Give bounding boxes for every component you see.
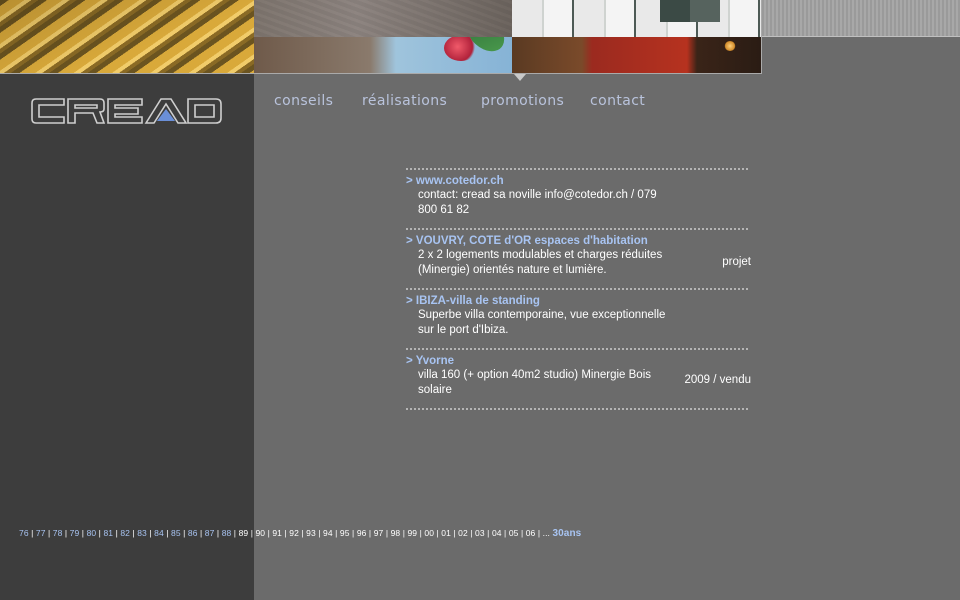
year-link-95: 95 [339, 528, 350, 538]
nav-conseils[interactable]: conseils [274, 93, 333, 109]
photo-pool-flowers [254, 37, 512, 73]
year-link-02: 02 [458, 528, 468, 538]
year-separator: | [214, 528, 222, 538]
photo-white-facade [512, 0, 761, 37]
year-separator: | [467, 528, 476, 538]
year-link-81[interactable]: 81 [103, 528, 113, 538]
year-link-93: 93 [306, 528, 316, 538]
promotion-status: 2009 / vendu [684, 374, 751, 386]
year-link-00: 00 [424, 528, 435, 538]
year-separator: | [231, 528, 239, 538]
year-separator: | [45, 528, 53, 538]
cread-logo [31, 98, 222, 124]
nav-realisations[interactable]: réalisations [362, 93, 447, 109]
year-separator: | [180, 528, 188, 538]
year-link-99: 99 [407, 528, 418, 538]
year-link-79[interactable]: 79 [70, 528, 80, 538]
list-item: > VOUVRY, COTE d'OR espaces d'habitation… [406, 230, 751, 288]
year-separator: | [349, 528, 357, 538]
year-link-88[interactable]: 88 [222, 528, 232, 538]
year-link-82[interactable]: 82 [120, 528, 130, 538]
year-link-97: 97 [373, 528, 384, 538]
year-link-83[interactable]: 83 [137, 528, 147, 538]
year-separator: | [484, 528, 492, 538]
year-link-80[interactable]: 80 [87, 528, 97, 538]
year-link-78[interactable]: 78 [53, 528, 63, 538]
promotion-description: contact: cread sa noville info@cotedor.c… [418, 189, 657, 216]
promotion-description: villa 160 (+ option 40m2 studio) Minergi… [418, 369, 651, 396]
photo-interior-red [512, 37, 761, 73]
year-separator: | [383, 528, 391, 538]
year-separator: | [28, 528, 36, 538]
year-separator: | [197, 528, 205, 538]
year-link-01: 01 [441, 528, 451, 538]
header-photo-collage [0, 0, 762, 74]
header-grey-strip [762, 0, 960, 37]
promotion-status: projet [722, 256, 751, 268]
list-item: > www.cotedor.ch contact: cread sa novil… [406, 170, 748, 228]
year-separator: | [501, 528, 509, 538]
year-link-76[interactable]: 76 [19, 528, 29, 538]
year-separator: | [332, 528, 340, 538]
year-link-91: 91 [272, 528, 283, 538]
nav-contact[interactable]: contact [590, 93, 645, 109]
year-separator: | [79, 528, 87, 538]
year-link-04: 04 [491, 528, 502, 538]
year-separator: | [535, 528, 543, 538]
year-link-90: 90 [255, 528, 266, 538]
year-timeline: 76 | 77 | 78 | 79 | 80 | 81 | 82 | 83 | … [19, 528, 581, 539]
year-link-85[interactable]: 85 [171, 528, 181, 538]
promotions-list: > www.cotedor.ch contact: cread sa novil… [406, 168, 751, 410]
year-link-77[interactable]: 77 [36, 528, 46, 538]
promotion-title-link[interactable]: > VOUVRY, COTE d'OR espaces d'habitation [406, 234, 748, 248]
year-link-84[interactable]: 84 [154, 528, 164, 538]
left-column [0, 74, 254, 600]
year-link-06: 06 [525, 528, 536, 538]
photo-terrace [254, 0, 512, 37]
promotion-title-link[interactable]: > IBIZA-villa de standing [406, 294, 748, 308]
year-link-03: 03 [475, 528, 485, 538]
year-separator: | [518, 528, 526, 538]
year-separator: | [315, 528, 324, 538]
year-link-86[interactable]: 86 [188, 528, 198, 538]
anniversary-link[interactable]: 30ans [552, 528, 581, 539]
year-separator: | [366, 528, 374, 538]
year-link-92: 92 [289, 528, 299, 538]
year-separator: | [163, 528, 172, 538]
active-nav-indicator-icon [514, 74, 526, 81]
year-ellipsis: ... [542, 528, 553, 538]
list-item: > IBIZA-villa de standing Superbe villa … [406, 290, 748, 348]
year-link-87[interactable]: 87 [205, 528, 215, 538]
divider [406, 408, 748, 410]
year-link-98: 98 [390, 528, 401, 538]
nav-promotions[interactable]: promotions [481, 93, 564, 109]
list-item: > Yvorne villa 160 (+ option 40m2 studio… [406, 350, 751, 408]
year-separator: | [62, 528, 70, 538]
year-link-94: 94 [323, 528, 333, 538]
year-link-89: 89 [238, 528, 249, 538]
promotion-title-link[interactable]: > www.cotedor.ch [406, 174, 748, 188]
promotion-description: 2 x 2 logements modulables et charges ré… [418, 249, 663, 276]
promotion-title-link[interactable]: > Yvorne [406, 354, 748, 368]
photo-wooden-slats [0, 0, 254, 73]
promotion-description: Superbe villa contemporaine, vue excepti… [418, 309, 666, 336]
